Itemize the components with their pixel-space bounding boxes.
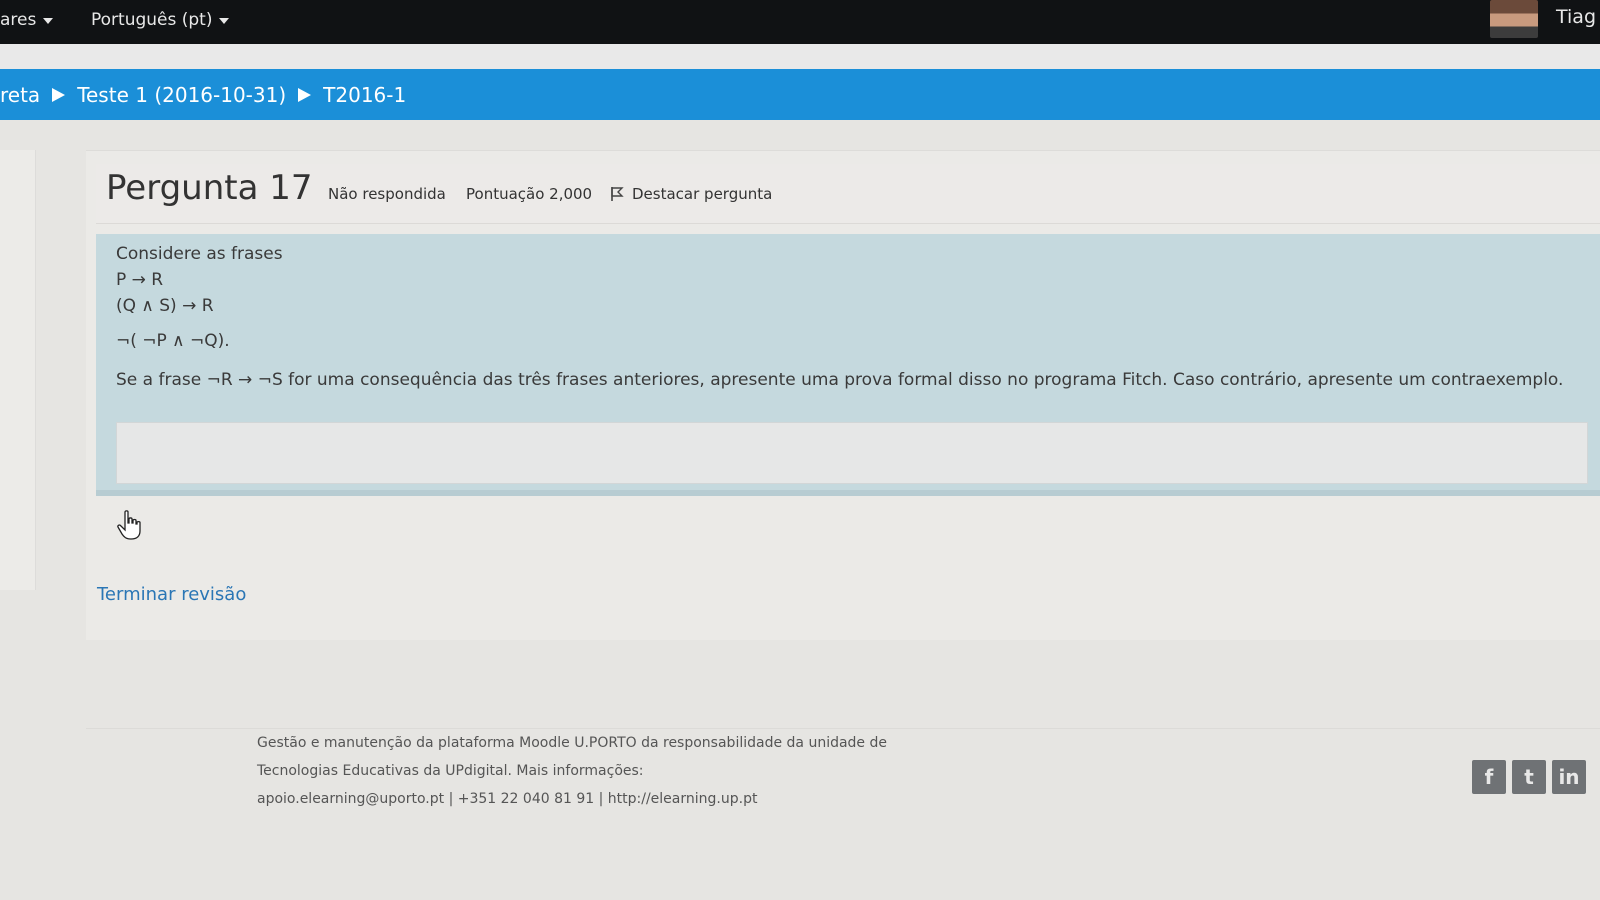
- breadcrumb-separator-icon: [298, 87, 312, 102]
- linkedin-icon[interactable]: in: [1552, 760, 1586, 794]
- breadcrumb-item-course[interactable]: reta: [0, 83, 40, 107]
- breadcrumb-item-attempt[interactable]: T2016-1: [323, 83, 406, 107]
- question-prompt: Se a frase ¬R → ¬S for uma consequência …: [116, 370, 1564, 390]
- question-content: Considere as frases P → R (Q ∧ S) → R ¬(…: [96, 234, 1600, 496]
- finish-review-link[interactable]: Terminar revisão: [97, 584, 246, 605]
- hand-cursor-icon: [116, 510, 142, 544]
- flag-question-button[interactable]: Destacar pergunta: [610, 185, 772, 203]
- language-label: Português (pt): [91, 10, 213, 30]
- footer-divider: [86, 728, 1600, 729]
- sentence-3: ¬( ¬P ∧ ¬Q).: [116, 331, 230, 351]
- breadcrumb-item-test[interactable]: Teste 1 (2016-10-31): [77, 83, 286, 107]
- question-grade: Pontuação 2,000: [466, 185, 593, 203]
- social-links: f t in: [1472, 760, 1586, 794]
- user-name[interactable]: Tiag: [1556, 6, 1596, 28]
- navbar-menu-dropdown[interactable]: ares: [0, 10, 54, 30]
- question-title: Pergunta 17: [106, 168, 313, 208]
- footer-line-2: Tecnologias Educativas da UPdigital. Mai…: [257, 763, 644, 779]
- question-info: Pergunta 17 Não respondida Pontuação 2,0…: [96, 164, 1600, 224]
- navbar-menu-label: ares: [0, 10, 37, 30]
- footer-line-1: Gestão e manutenção da plataforma Moodle…: [257, 735, 887, 751]
- flag-icon: [611, 187, 624, 201]
- header-spacer: [0, 44, 1600, 69]
- chevron-down-icon: [219, 18, 230, 24]
- flag-question-label: Destacar pergunta: [632, 185, 773, 203]
- chevron-down-icon: [43, 18, 54, 24]
- twitter-icon[interactable]: t: [1512, 760, 1546, 794]
- facebook-icon[interactable]: f: [1472, 760, 1506, 794]
- answer-textarea[interactable]: [116, 422, 1588, 484]
- breadcrumb-separator-icon: [52, 87, 66, 102]
- avatar[interactable]: [1490, 0, 1538, 38]
- breadcrumb: reta Teste 1 (2016-10-31) T2016-1: [0, 69, 1600, 120]
- question-state: Não respondida: [328, 185, 446, 203]
- footer-contact[interactable]: apoio.elearning@uporto.pt | +351 22 040 …: [257, 791, 757, 807]
- top-navbar: ares Português (pt) Tiag: [0, 0, 1600, 44]
- left-sidebar-block: [0, 150, 36, 590]
- sentence-1: P → R: [116, 270, 164, 290]
- sentence-2: (Q ∧ S) → R: [116, 296, 214, 316]
- language-dropdown[interactable]: Português (pt): [91, 10, 230, 30]
- question-intro: Considere as frases: [116, 244, 283, 264]
